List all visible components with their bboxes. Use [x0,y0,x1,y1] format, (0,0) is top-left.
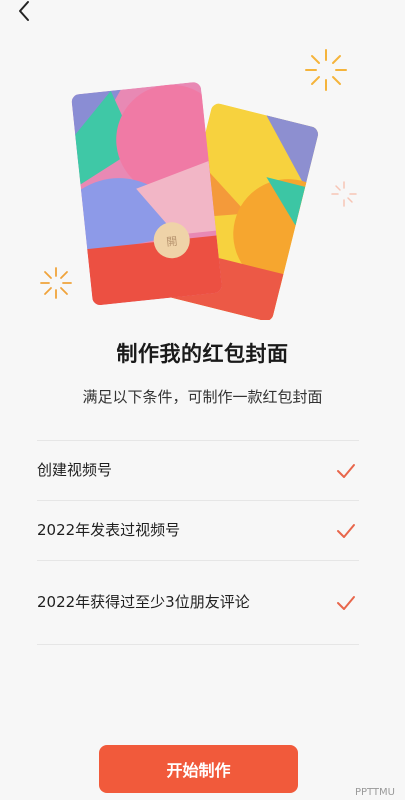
red-envelope-illustration: 開 [0,40,405,323]
conditions-list: 创建视频号 2022年发表过视频号 2022年获得过至少3位朋友评论 [37,440,359,645]
condition-label: 2022年获得过至少3位朋友评论 [37,593,250,611]
checkmark-icon [337,463,355,478]
condition-row: 创建视频号 [37,440,359,500]
sparkle-icon [40,267,72,299]
checkmark-icon [337,595,355,610]
svg-text:開: 開 [166,235,178,249]
page-subtitle: 满足以下条件，可制作一款红包封面 [82,388,323,406]
sparkle-icon [305,49,347,91]
condition-row: 2022年发表过视频号 [37,500,359,560]
back-button[interactable] [10,0,38,24]
checkmark-icon [337,523,355,538]
start-create-button[interactable]: 开始制作 [99,745,298,793]
condition-label: 2022年发表过视频号 [37,521,181,539]
sparkle-icon [331,181,357,207]
page-title: 制作我的红包封面 [116,342,289,366]
chevron-left-icon [19,1,29,21]
watermark: PPTTMU [354,787,395,798]
condition-label: 创建视频号 [37,461,113,479]
condition-row: 2022年获得过至少3位朋友评论 [37,560,359,645]
